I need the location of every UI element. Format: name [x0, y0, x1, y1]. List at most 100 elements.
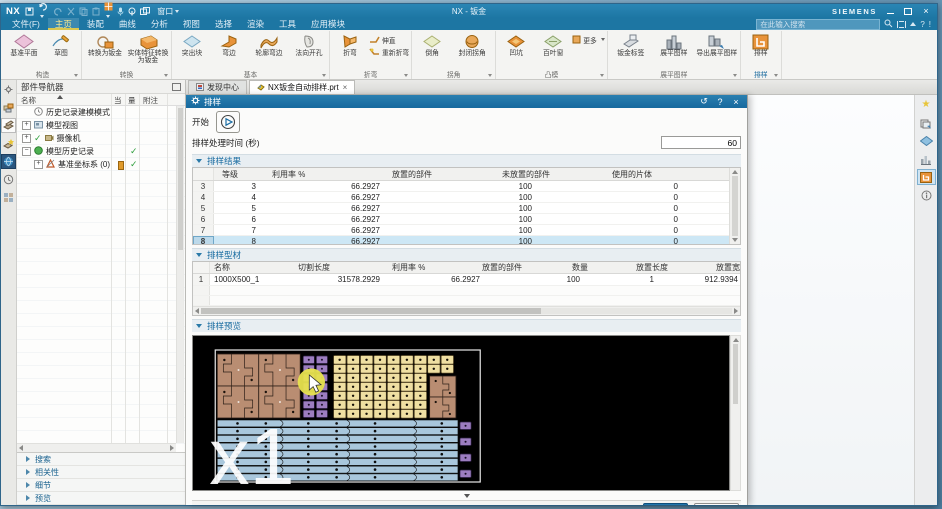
group-dialog-launcher[interactable] — [774, 74, 778, 77]
touch-mode-icon[interactable] — [128, 7, 136, 16]
tree-row-datum-csys[interactable]: + 基准坐标系 (0) ✓ — [17, 158, 185, 171]
unbend-button[interactable]: 伸直 — [369, 34, 409, 45]
menu-select[interactable]: 选择 — [208, 18, 239, 30]
menu-tools[interactable]: 工具 — [272, 18, 303, 30]
panel-pin-icon[interactable] — [172, 83, 181, 91]
roles-icon[interactable] — [2, 83, 15, 96]
tree-row-model-history[interactable]: − 模型历史记录 ✓ — [17, 145, 185, 158]
sheetmetal-tag-button[interactable]: 钣金标签 — [610, 32, 652, 57]
results-row[interactable]: 7766.292710001 — [193, 225, 740, 236]
group-dialog-launcher[interactable] — [164, 74, 168, 77]
window-menu-button[interactable]: 窗口 — [157, 6, 179, 17]
scroll-up-icon[interactable] — [733, 338, 739, 342]
col-cut-length[interactable]: 切割长度 — [292, 262, 386, 273]
contour-flange-button[interactable]: 轮廓弯边 — [248, 32, 290, 57]
group-dialog-launcher[interactable] — [74, 74, 78, 77]
col-placed[interactable]: 放置的部件 — [476, 262, 566, 273]
surface-icon[interactable] — [918, 134, 935, 148]
column-a[interactable]: 当 — [114, 95, 122, 106]
ok-button[interactable]: 确定 — [643, 503, 688, 505]
dialog-title-bar[interactable]: 排样 ↺ ? × — [186, 95, 747, 108]
tree-vertical-scrollbar[interactable] — [176, 106, 184, 443]
cancel-button[interactable]: 取消 — [694, 503, 739, 505]
menu-render[interactable]: 渲染 — [240, 18, 271, 30]
chamfer-button[interactable]: 倒角 — [414, 32, 450, 57]
screenshot-icon[interactable] — [104, 2, 113, 20]
assembly-navigator-icon[interactable] — [2, 101, 15, 114]
louver-button[interactable]: 百叶窗 — [535, 32, 571, 57]
col-unplaced[interactable]: 未放置的部件 — [494, 169, 604, 180]
preview-vertical-scrollbar[interactable] — [730, 335, 741, 491]
normal-cutout-button[interactable]: 法向开孔 — [291, 32, 327, 57]
save-icon[interactable] — [25, 7, 34, 16]
tab-button[interactable]: 突出块 — [174, 32, 210, 57]
tree-row-history-mode[interactable]: 历史记录建模模式 — [17, 106, 185, 119]
tab-close-icon[interactable]: × — [343, 83, 348, 92]
group-dialog-launcher[interactable] — [733, 74, 737, 77]
export-flat-pattern-button[interactable]: 导出展平图样 — [696, 32, 738, 57]
col-level[interactable]: 等级 — [214, 169, 264, 180]
tab-discovery-center[interactable]: 发现中心 — [188, 80, 247, 94]
results-row[interactable]: 6666.292710001 — [193, 214, 740, 225]
results-section-header[interactable]: 排样结果 — [192, 154, 741, 167]
microphone-icon[interactable] — [117, 7, 124, 16]
undo-icon[interactable] — [38, 2, 49, 20]
col-placed-width[interactable]: 放置宽度 — [710, 262, 740, 273]
info-icon[interactable] — [918, 188, 935, 202]
results-row-selected[interactable]: 8866.292710001 — [193, 236, 740, 245]
col-utilization[interactable]: 利用率 % — [386, 262, 476, 273]
sketch-button[interactable]: 草图 — [43, 32, 79, 57]
closed-corner-button[interactable]: 封闭拐角 — [451, 32, 493, 57]
sheets-horizontal-scrollbar[interactable] — [193, 306, 740, 315]
search-icon[interactable] — [884, 19, 893, 30]
nesting-button[interactable]: 排样 — [743, 32, 779, 57]
dialog-collapse-control[interactable] — [192, 491, 741, 500]
dialog-close-icon[interactable]: × — [730, 97, 742, 107]
col-quantity[interactable]: 数量 — [566, 262, 630, 273]
scroll-left-icon[interactable] — [195, 308, 199, 314]
nesting-sidebar-icon[interactable] — [918, 170, 935, 184]
flat-solid-icon[interactable] — [918, 116, 935, 130]
more-button[interactable]: 更多 — [572, 34, 605, 45]
menu-view[interactable]: 视图 — [176, 18, 207, 30]
tree-horizontal-scrollbar[interactable] — [17, 443, 176, 452]
results-row[interactable]: 5566.292710001 — [193, 203, 740, 214]
start-nesting-button[interactable] — [216, 111, 240, 133]
command-search-input[interactable] — [756, 19, 880, 30]
close-button[interactable]: × — [920, 7, 932, 16]
minimize-ribbon-icon[interactable] — [910, 22, 916, 26]
group-dialog-launcher[interactable] — [404, 74, 408, 77]
scroll-up-icon[interactable] — [732, 170, 738, 174]
help-icon[interactable]: ? — [920, 20, 924, 29]
col-utilization[interactable]: 利用率 % — [264, 169, 384, 180]
datum-plane-button[interactable]: 基准平面 — [6, 32, 42, 57]
column-b[interactable]: 量 — [128, 95, 136, 106]
convert-to-sheetmetal-button[interactable]: 转换为钣金 — [84, 32, 126, 57]
window-switch-icon[interactable] — [140, 7, 150, 16]
section-preview[interactable]: 预览 — [17, 492, 185, 505]
selection-frame-icon[interactable] — [897, 21, 906, 28]
notification-icon[interactable]: ! — [929, 20, 931, 29]
col-sheets-used[interactable]: 使用的片体 — [604, 169, 712, 180]
col-name[interactable]: 名称 — [210, 262, 292, 273]
results-row[interactable]: 4466.292710001 — [193, 192, 740, 203]
results-table-scrollbar[interactable] — [729, 168, 740, 244]
col-placed-length[interactable]: 放置长度 — [630, 262, 710, 273]
scroll-down-icon[interactable] — [732, 238, 738, 242]
flange-button[interactable]: 弯边 — [211, 32, 247, 57]
sheets-section-header[interactable]: 排样型材 — [192, 248, 741, 261]
dialog-help-icon[interactable]: ? — [714, 97, 726, 107]
sort-ascending-icon[interactable] — [57, 95, 63, 99]
favorites-star-icon[interactable]: ★ — [918, 98, 935, 112]
history-icon[interactable] — [2, 173, 15, 186]
preview-section-header[interactable]: 排样预览 — [192, 319, 741, 332]
column-c[interactable]: 附注 — [143, 95, 158, 106]
restore-button[interactable] — [902, 7, 914, 16]
menu-application[interactable]: 应用模块 — [304, 18, 352, 30]
scroll-right-icon[interactable] — [170, 445, 174, 451]
flat-pattern-button[interactable]: 展平图样 — [653, 32, 695, 57]
solid-to-sheetmetal-button[interactable]: 实体特征转换为钣金 — [127, 32, 169, 65]
tree-row-model-views[interactable]: + 模型视图 — [17, 119, 185, 132]
col-placed[interactable]: 放置的部件 — [384, 169, 494, 180]
section-details[interactable]: 细节 — [17, 479, 185, 492]
